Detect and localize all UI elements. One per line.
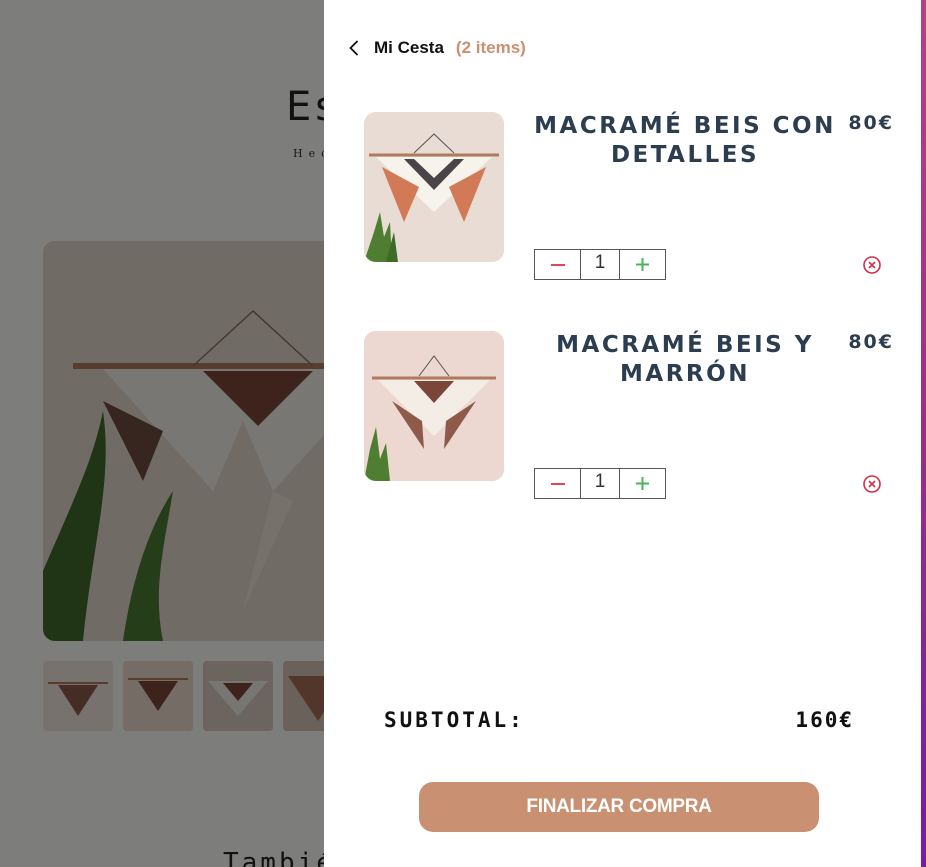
cart-drawer: Mi Cesta (2 items) Macramé beis con deta… <box>324 0 921 867</box>
plus-icon <box>636 258 649 271</box>
cart-item: Macramé beis con detalles 80€ 1 <box>324 112 921 312</box>
increase-quantity-button[interactable] <box>619 469 665 498</box>
minus-icon <box>550 263 565 266</box>
checkout-button[interactable]: FINALIZAR COMPRA <box>419 782 819 832</box>
quantity-stepper: 1 <box>534 249 666 280</box>
cart-header: Mi Cesta (2 items) <box>344 34 526 62</box>
quantity-value[interactable]: 1 <box>581 467 619 496</box>
quantity-value[interactable]: 1 <box>581 248 619 277</box>
remove-circle-icon <box>863 475 881 493</box>
cart-item-image[interactable] <box>364 112 504 262</box>
remove-item-button[interactable] <box>862 255 882 275</box>
chevron-left-icon <box>349 40 358 56</box>
back-button[interactable] <box>344 34 364 62</box>
plus-icon <box>636 477 649 490</box>
increase-quantity-button[interactable] <box>619 250 665 279</box>
quantity-stepper: 1 <box>534 468 666 499</box>
decrease-quantity-button[interactable] <box>535 250 581 279</box>
cart-item-price: 80€ <box>848 331 894 353</box>
subtotal-value: 160€ <box>795 708 854 732</box>
cart-item-image[interactable] <box>364 331 504 481</box>
cart-title: Mi Cesta <box>374 38 444 57</box>
cart-item: Macramé beis y marrón 80€ 1 <box>324 331 921 531</box>
cart-item-count: (2 items) <box>455 38 526 57</box>
decrease-quantity-button[interactable] <box>535 469 581 498</box>
subtotal-label: SUBTOTAL: <box>384 708 525 732</box>
minus-icon <box>550 482 565 485</box>
remove-item-button[interactable] <box>862 474 882 494</box>
cart-item-name[interactable]: Macramé beis con detalles <box>534 112 836 170</box>
cart-item-price: 80€ <box>848 112 894 134</box>
remove-circle-icon <box>863 256 881 274</box>
cart-item-name[interactable]: Macramé beis y marrón <box>534 331 836 389</box>
